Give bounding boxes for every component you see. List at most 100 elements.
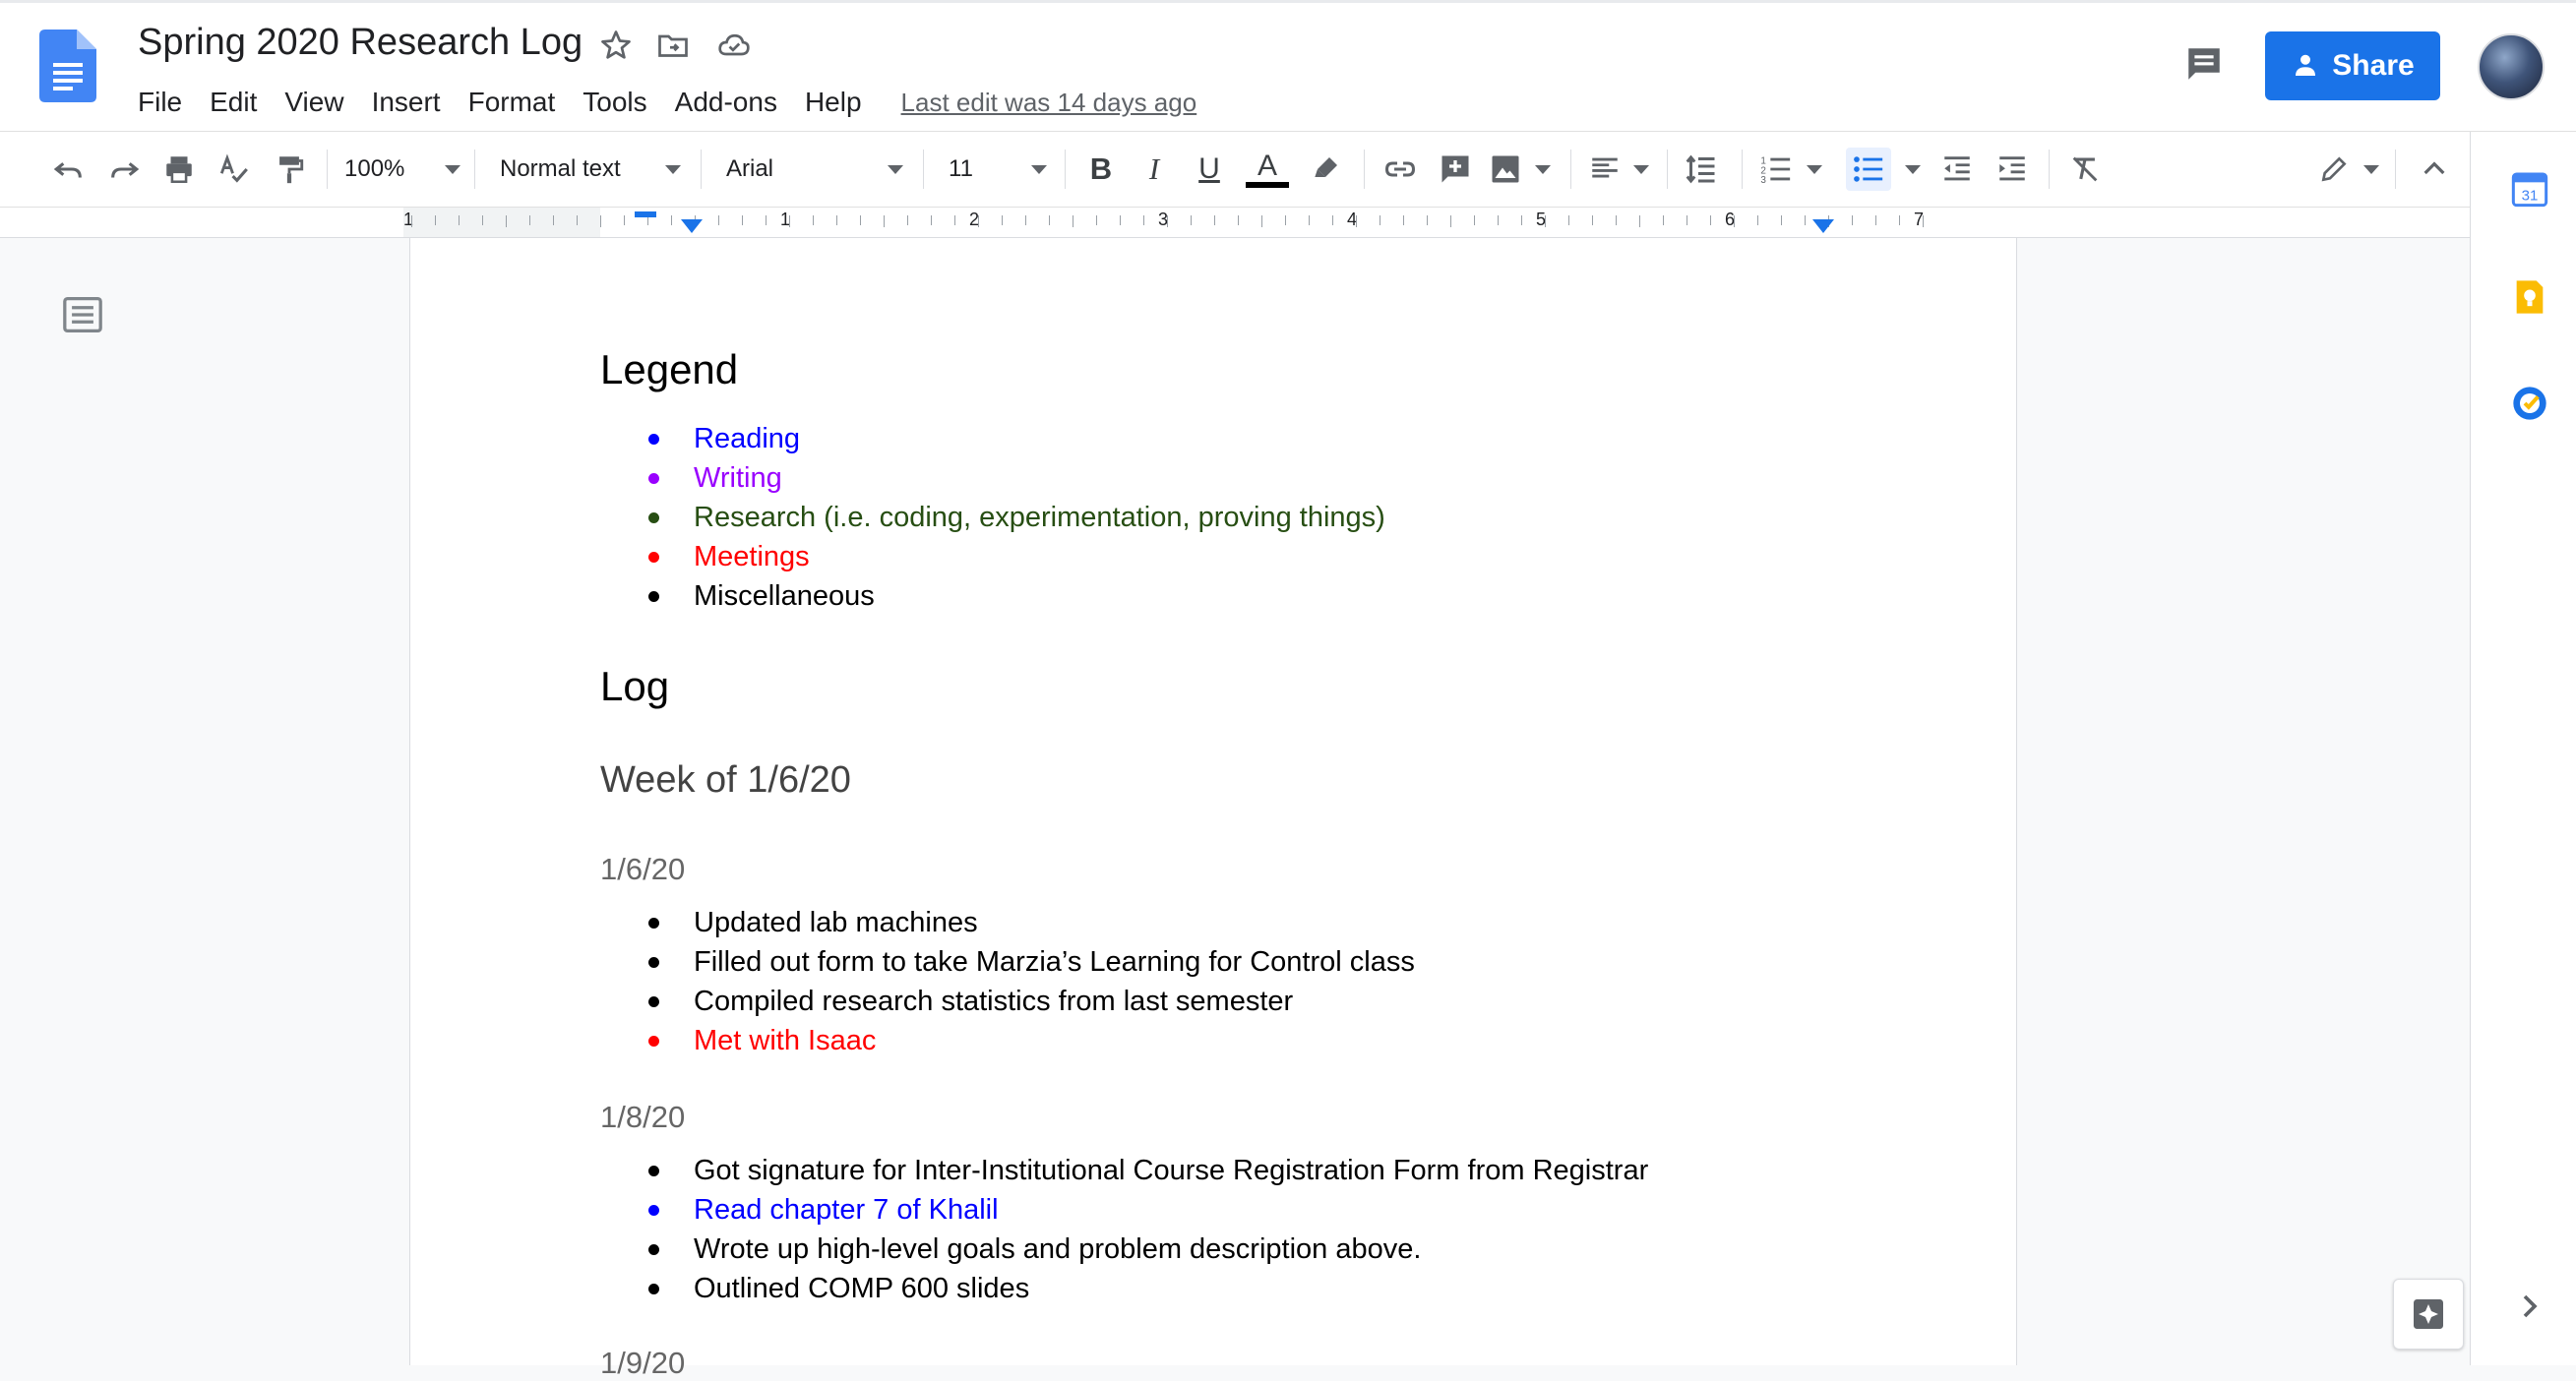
avatar[interactable]	[2478, 33, 2545, 100]
list-item[interactable]: Got signature for Inter-Institutional Co…	[644, 1151, 1648, 1190]
font-select[interactable]: Arial	[726, 150, 903, 189]
italic-button[interactable]: I	[1132, 150, 1177, 189]
bullet-icon	[648, 1244, 659, 1255]
explore-icon	[2414, 1299, 2443, 1329]
list-item[interactable]: Compiled research statistics from last s…	[644, 982, 1415, 1021]
style-select[interactable]: Normal text	[500, 150, 681, 189]
list-item-text: Wrote up high-level goals and problem de…	[694, 1233, 1422, 1265]
first-line-indent-marker[interactable]	[635, 211, 656, 217]
ruler-tick	[1592, 215, 1593, 225]
chevron-right-icon[interactable]	[2510, 1287, 2549, 1326]
explore-button[interactable]	[2393, 1279, 2464, 1350]
insert-image-button[interactable]	[1488, 150, 1551, 189]
align-button[interactable]	[1588, 150, 1649, 189]
menu-format[interactable]: Format	[468, 87, 556, 118]
insert-link-button[interactable]	[1378, 150, 1423, 189]
bullet-icon	[648, 1205, 659, 1216]
zoom-select[interactable]: 100%	[344, 150, 460, 189]
tasks-glyph	[2513, 387, 2546, 420]
list-item[interactable]: Miscellaneous	[644, 576, 1385, 616]
list-item[interactable]: Updated lab machines	[644, 903, 1415, 942]
horizontal-ruler[interactable]: 1 1 2 3 4 5 6 7	[403, 208, 2017, 237]
list-item[interactable]: Met with Isaac	[644, 1021, 1415, 1060]
editing-mode-button[interactable]	[2318, 150, 2379, 189]
menu-tools[interactable]: Tools	[583, 87, 646, 118]
calendar-icon[interactable]: 31	[2510, 169, 2549, 209]
left-indent-marker[interactable]	[681, 219, 703, 233]
list-item-text: Filled out form to take Marzia’s Learnin…	[694, 946, 1415, 978]
clear-formatting-button[interactable]	[2062, 150, 2108, 189]
menu-edit[interactable]: Edit	[210, 87, 257, 118]
list-item[interactable]: Wrote up high-level goals and problem de…	[644, 1230, 1648, 1269]
side-panel: 31	[2470, 132, 2576, 1365]
keep-icon[interactable]	[2510, 277, 2549, 317]
link-icon	[1384, 161, 1416, 177]
style-value: Normal text	[500, 155, 621, 182]
numbered-list-button[interactable]: 123	[1759, 150, 1822, 189]
ruler-tick	[1781, 215, 1782, 225]
right-indent-marker[interactable]	[1812, 219, 1834, 233]
bulleted-list-button[interactable]	[1846, 148, 1921, 191]
chevron-down-icon	[1633, 164, 1649, 174]
decrease-indent-icon	[1944, 156, 1970, 181]
menu-insert[interactable]: Insert	[372, 87, 441, 118]
increase-indent-icon	[1999, 156, 2025, 181]
redo-button[interactable]	[102, 150, 146, 189]
underline-button[interactable]: U	[1187, 150, 1232, 189]
paint-format-button[interactable]	[268, 150, 311, 189]
document-outline-icon[interactable]	[61, 295, 104, 334]
menu-help[interactable]: Help	[805, 87, 862, 118]
menu-view[interactable]: View	[284, 87, 343, 118]
list-item[interactable]: Reading	[644, 419, 1385, 458]
keep-glyph	[2516, 280, 2544, 314]
spelling-button[interactable]	[213, 150, 256, 189]
list-item-text: Read chapter 7 of Khalil	[694, 1194, 999, 1226]
font-size-select[interactable]: 11	[949, 150, 1047, 189]
line-spacing-button[interactable]	[1679, 150, 1724, 189]
list-item-text: Compiled research statistics from last s…	[694, 986, 1294, 1017]
legend-heading: Legend	[600, 346, 739, 392]
ruler-tick	[884, 215, 885, 227]
list-item[interactable]: Read chapter 7 of Khalil	[644, 1190, 1648, 1230]
calendar-glyph: 31	[2511, 172, 2548, 208]
bullet-icon	[648, 434, 659, 445]
formatting-toolbar: 100% Normal text Arial 11 B I U A 1 2 3	[0, 132, 2470, 208]
increase-indent-button[interactable]	[1990, 150, 2035, 189]
list-item-text: Meetings	[694, 541, 810, 572]
ruler-tick	[1025, 215, 1026, 225]
menu-file[interactable]: File	[138, 87, 182, 118]
share-button[interactable]: Share	[2265, 31, 2440, 100]
undo-button[interactable]	[47, 150, 91, 189]
print-button[interactable]	[157, 150, 201, 189]
list-item[interactable]: Filled out form to take Marzia’s Learnin…	[644, 942, 1415, 982]
ruler-tick	[789, 215, 790, 227]
highlight-color-button[interactable]	[1303, 150, 1348, 189]
toolbar-separator	[923, 150, 924, 189]
decrease-indent-button[interactable]	[1934, 150, 1980, 189]
ruler-tick	[978, 215, 979, 227]
comments-icon[interactable]	[2182, 43, 2226, 85]
ruler-tick	[577, 215, 578, 225]
cloud-status-icon[interactable]	[716, 28, 752, 63]
hide-menus-button[interactable]	[2413, 150, 2456, 189]
list-item[interactable]: Writing	[644, 458, 1385, 498]
bold-button[interactable]: B	[1078, 150, 1124, 189]
tasks-icon[interactable]	[2510, 384, 2549, 423]
ruler-left-margin	[403, 208, 600, 237]
spellcheck-icon	[219, 153, 248, 183]
list-item[interactable]: Research (i.e. coding, experimentation, …	[644, 498, 1385, 537]
list-item[interactable]: Meetings	[644, 537, 1385, 576]
ruler-tick	[1332, 215, 1333, 225]
bulleted-list-icon	[1854, 156, 1883, 182]
document-title[interactable]: Spring 2020 Research Log	[138, 22, 583, 64]
menu-add-ons[interactable]: Add-ons	[675, 87, 777, 118]
list-item-text: Miscellaneous	[694, 580, 875, 612]
docs-logo-icon[interactable]	[39, 30, 96, 102]
star-icon[interactable]	[598, 28, 634, 63]
insert-comment-button[interactable]	[1433, 150, 1478, 189]
list-item[interactable]: Outlined COMP 600 slides	[644, 1269, 1648, 1308]
last-edit-link[interactable]: Last edit was 14 days ago	[901, 88, 1197, 118]
text-color-button[interactable]: A	[1244, 150, 1291, 189]
move-to-folder-icon[interactable]	[655, 28, 691, 63]
ruler-tick	[1191, 215, 1192, 225]
